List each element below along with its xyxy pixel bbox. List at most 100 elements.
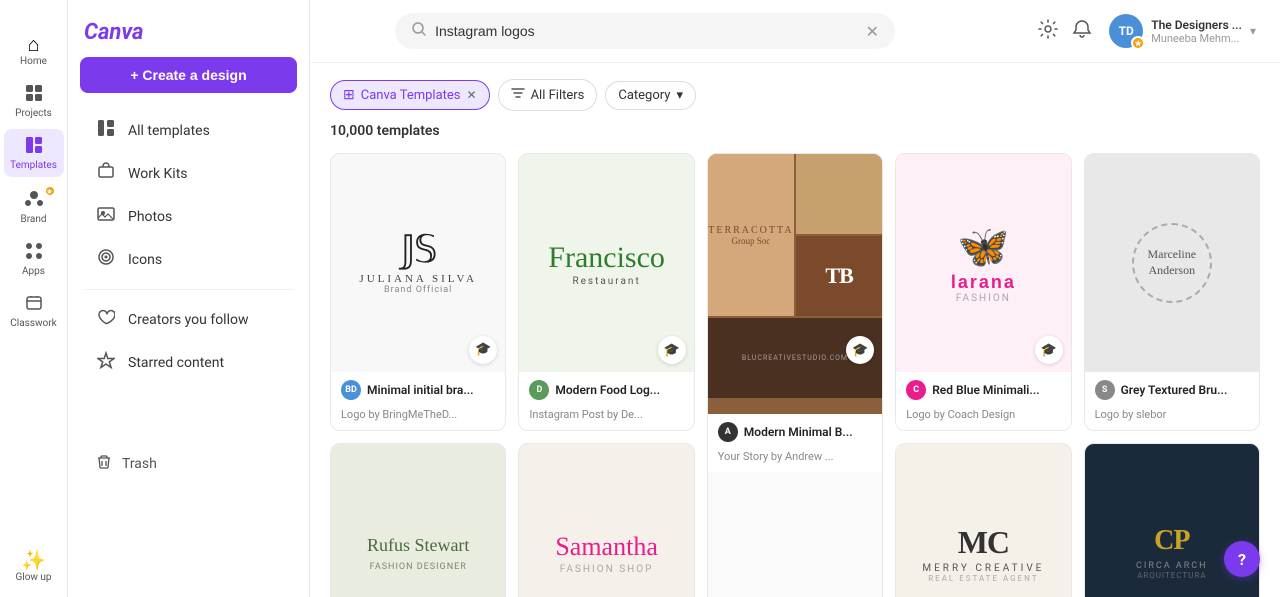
card-title: Modern Food Log... — [555, 383, 660, 397]
card-sub: Logo by slebor — [1095, 408, 1167, 421]
template-preview: 🦋 larana FASHION 🎓 — [896, 154, 1070, 372]
template-chip-icon: ⊞ — [343, 87, 355, 103]
template-card[interactable]: MarcelineAnderson S Grey Textured Bru...… — [1084, 153, 1260, 431]
photos-icon — [96, 205, 116, 228]
nav-item-creators-follow-label: Creators you follow — [128, 312, 249, 328]
sidebar-item-glowup-label: Glow up — [15, 572, 51, 583]
help-button[interactable]: ? — [1224, 541, 1260, 577]
user-avatar-button[interactable]: TD ★ The Designers ... Muneeba Mehm... ▾ — [1105, 10, 1260, 52]
projects-icon — [24, 83, 44, 106]
icons-icon — [96, 248, 116, 271]
all-filters-label: All Filters — [531, 88, 585, 103]
card-sub: Your Story by Andrew ... — [718, 450, 834, 463]
home-icon: ⌂ — [27, 34, 39, 54]
template-preview: TERRACOTTA Group Soc TB BLUCREATIVESTUDI… — [708, 154, 882, 414]
template-preview: Rufus Stewart FASHION DESIGNER — [331, 444, 505, 597]
template-card[interactable]: Francisco Restaurant 🎓 D Modern Food Log… — [518, 153, 694, 431]
glowup-icon: ✨ — [21, 550, 46, 570]
template-card[interactable]: TERRACOTTA Group Soc TB BLUCREATIVESTUDI… — [707, 153, 883, 597]
create-design-button[interactable]: + Create a design — [80, 57, 297, 93]
nav-sidebar: Canva + Create a design All templates Wo… — [68, 0, 310, 597]
card-info: D Modern Food Log... Instagram Post by D… — [519, 372, 693, 430]
sidebar-item-projects-label: Projects — [15, 108, 52, 119]
trash-icon — [96, 454, 112, 474]
search-input[interactable] — [435, 23, 858, 39]
template-card[interactable]: 𝕁𝕊 JULIANA SILVA Brand Official 🎓 BD Min… — [330, 153, 506, 431]
search-clear-button[interactable]: ✕ — [866, 22, 879, 41]
nav-item-all-templates[interactable]: All templates — [76, 109, 301, 152]
settings-icon[interactable] — [1037, 18, 1059, 45]
remove-chip-button[interactable]: ✕ — [467, 88, 477, 102]
chevron-down-icon: ▾ — [1250, 24, 1256, 38]
canva-templates-chip[interactable]: ⊞ Canva Templates ✕ — [330, 80, 490, 110]
sidebar-item-templates[interactable]: Templates — [4, 129, 64, 177]
search-bar-container[interactable]: ✕ — [395, 13, 895, 49]
sidebar-item-home[interactable]: ⌂ Home — [4, 28, 64, 73]
template-card[interactable]: Rufus Stewart FASHION DESIGNER S White G… — [330, 443, 506, 597]
template-badge: 🎓 — [469, 336, 497, 364]
card-sub: Instagram Post by De... — [529, 408, 642, 421]
card-sub: Logo by Coach Design — [906, 408, 1015, 421]
author-avatar: A — [718, 422, 738, 442]
card-title: Red Blue Minimali... — [932, 383, 1039, 397]
classwork-icon — [24, 293, 44, 316]
template-card[interactable]: MC MERRY CREATIVE REAL ESTATE AGENT C El… — [895, 443, 1071, 597]
templates-icon — [24, 135, 44, 158]
sidebar-item-brand-label: Brand — [20, 214, 46, 225]
avatar-circle: TD ★ — [1109, 14, 1143, 48]
nav-item-icons-label: Icons — [128, 252, 162, 268]
template-card[interactable]: 🦋 larana FASHION 🎓 C Red Blue Minimali..… — [895, 153, 1071, 431]
template-card[interactable]: Samantha FASHION SHOP 🎓 A Beige Feminine… — [518, 443, 694, 597]
sidebar-item-classwork[interactable]: Classwork — [4, 287, 64, 335]
card-info: S Grey Textured Bru... Logo by slebor — [1085, 372, 1259, 430]
sidebar-item-brand[interactable]: Brand ★ — [4, 181, 64, 231]
sidebar-item-classwork-label: Classwork — [10, 318, 56, 329]
filter-bar: ⊞ Canva Templates ✕ All Filters Category… — [330, 79, 1260, 111]
creators-follow-icon — [96, 308, 116, 331]
notifications-icon[interactable] — [1071, 18, 1093, 45]
icon-sidebar: ⌂ Home Projects Templates Brand ★ Apps C… — [0, 0, 68, 597]
canva-logo: Canva — [68, 12, 309, 57]
template-preview: Samantha FASHION SHOP 🎓 — [519, 444, 693, 597]
apps-icon — [24, 241, 44, 264]
author-avatar: D — [529, 380, 549, 400]
count-span: 10,000 templates — [330, 123, 440, 139]
work-kits-icon — [96, 162, 116, 185]
starred-icon — [96, 351, 116, 374]
sidebar-item-apps[interactable]: Apps — [4, 235, 64, 283]
result-count: 10,000 templates — [330, 123, 1260, 139]
card-sub: Logo by BringMeTheD... — [341, 408, 457, 421]
nav-item-starred-label: Starred content — [128, 355, 224, 371]
search-icon — [411, 21, 427, 41]
template-badge: 🎓 — [1035, 336, 1063, 364]
card-title: Grey Textured Bru... — [1121, 383, 1228, 397]
author-avatar: BD — [341, 380, 361, 400]
templates-grid: 𝕁𝕊 JULIANA SILVA Brand Official 🎓 BD Min… — [330, 153, 1260, 597]
all-filters-button[interactable]: All Filters — [498, 79, 598, 111]
header: ✕ TD ★ The Designers ... Muneeba Mehm...… — [310, 0, 1280, 63]
trash-item[interactable]: Trash — [76, 444, 301, 484]
main-content: ✕ TD ★ The Designers ... Muneeba Mehm...… — [310, 0, 1280, 597]
canva-templates-chip-label: Canva Templates — [361, 88, 461, 103]
content-area: ⊞ Canva Templates ✕ All Filters Category… — [310, 63, 1280, 597]
card-info: BD Minimal initial bra... Logo by BringM… — [331, 372, 505, 430]
category-dropdown[interactable]: Category ▾ — [605, 81, 696, 110]
sidebar-item-home-label: Home — [20, 56, 47, 67]
category-chevron-icon: ▾ — [676, 88, 683, 103]
nav-item-work-kits[interactable]: Work Kits — [76, 152, 301, 195]
template-badge: 🎓 — [658, 336, 686, 364]
author-avatar: S — [1095, 380, 1115, 400]
card-info: C Red Blue Minimali... Logo by Coach Des… — [896, 372, 1070, 430]
nav-item-creators-follow[interactable]: Creators you follow — [76, 298, 301, 341]
card-info: A Modern Minimal B... Your Story by Andr… — [708, 414, 882, 472]
template-preview: 𝕁𝕊 JULIANA SILVA Brand Official 🎓 — [331, 154, 505, 372]
brand-badge: ★ — [44, 185, 56, 197]
nav-item-starred[interactable]: Starred content — [76, 341, 301, 384]
nav-item-photos[interactable]: Photos — [76, 195, 301, 238]
sidebar-item-projects[interactable]: Projects — [4, 77, 64, 125]
card-title: Minimal initial bra... — [367, 383, 474, 397]
template-badge: 🎓 — [846, 336, 874, 364]
author-avatar: C — [906, 380, 926, 400]
nav-item-icons[interactable]: Icons — [76, 238, 301, 281]
sidebar-item-glowup[interactable]: ✨ Glow up — [4, 544, 64, 589]
